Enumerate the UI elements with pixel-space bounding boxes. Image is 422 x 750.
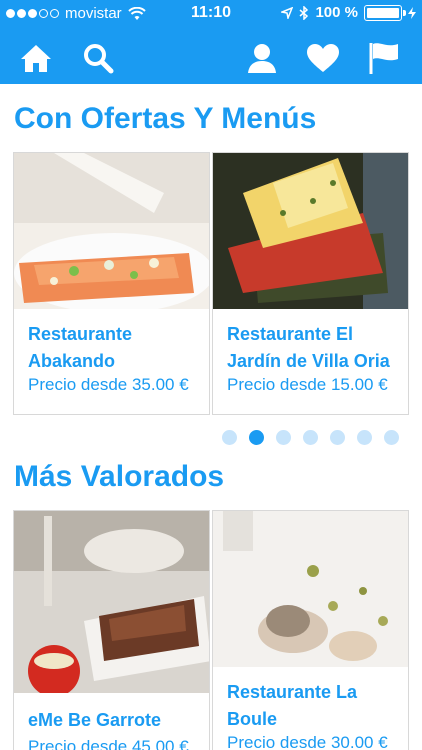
pager-dot[interactable] — [303, 430, 318, 445]
battery-icon — [364, 4, 406, 21]
search-icon[interactable] — [80, 40, 116, 76]
restaurant-photo — [14, 511, 209, 693]
restaurant-price: Precio desde 45.00 € — [28, 737, 189, 750]
section-title-offers: Con Ofertas Y Menús — [14, 102, 317, 135]
restaurant-photo — [213, 153, 408, 309]
flag-icon[interactable] — [366, 40, 402, 76]
pager-dot[interactable] — [330, 430, 345, 445]
app-header: movistar 11:10 100 % — [0, 0, 422, 84]
pager-dot[interactable] — [222, 430, 237, 445]
carousel-pager[interactable] — [222, 430, 399, 445]
restaurant-name: eMe Be Garrote — [28, 710, 162, 730]
pager-dot[interactable] — [276, 430, 291, 445]
restaurant-photo — [213, 511, 408, 667]
restaurant-photo — [14, 153, 209, 309]
nav-bar — [0, 30, 422, 84]
heart-icon[interactable] — [305, 40, 341, 76]
restaurant-name: Restaurante La Boule — [227, 682, 358, 729]
top-rated-carousel[interactable]: eMe Be Garrote Precio desde 45.00 € Rest… — [13, 510, 409, 750]
battery-percent: 100 % — [315, 4, 358, 21]
restaurant-name: Restaurante Abakando — [28, 324, 133, 371]
restaurant-price: Precio desde 30.00 € — [227, 733, 388, 750]
restaurant-price: Precio desde 35.00 € — [28, 375, 189, 394]
restaurant-card[interactable]: Restaurante La Boule Precio desde 30.00 … — [212, 510, 409, 750]
section-title-top-rated: Más Valorados — [14, 460, 225, 493]
restaurant-name: Restaurante El Jardín de Villa Oria — [227, 324, 390, 371]
home-icon[interactable] — [18, 40, 54, 76]
pager-dot-active[interactable] — [249, 430, 264, 445]
charging-bolt-icon — [408, 6, 416, 19]
pager-dot[interactable] — [357, 430, 372, 445]
offers-carousel[interactable]: Restaurante Abakando Precio desde 35.00 … — [13, 152, 409, 415]
restaurant-card[interactable]: Restaurante Abakando Precio desde 35.00 … — [13, 152, 210, 415]
restaurant-card[interactable]: eMe Be Garrote Precio desde 45.00 € — [13, 510, 210, 750]
user-icon[interactable] — [244, 40, 280, 76]
restaurant-card[interactable]: Restaurante El Jardín de Villa Oria Prec… — [212, 152, 409, 415]
pager-dot[interactable] — [384, 430, 399, 445]
restaurant-price: Precio desde 15.00 € — [227, 375, 388, 394]
status-bar: movistar 11:10 100 % — [0, 0, 422, 26]
bluetooth-icon — [299, 5, 309, 20]
location-arrow-icon — [281, 6, 294, 19]
